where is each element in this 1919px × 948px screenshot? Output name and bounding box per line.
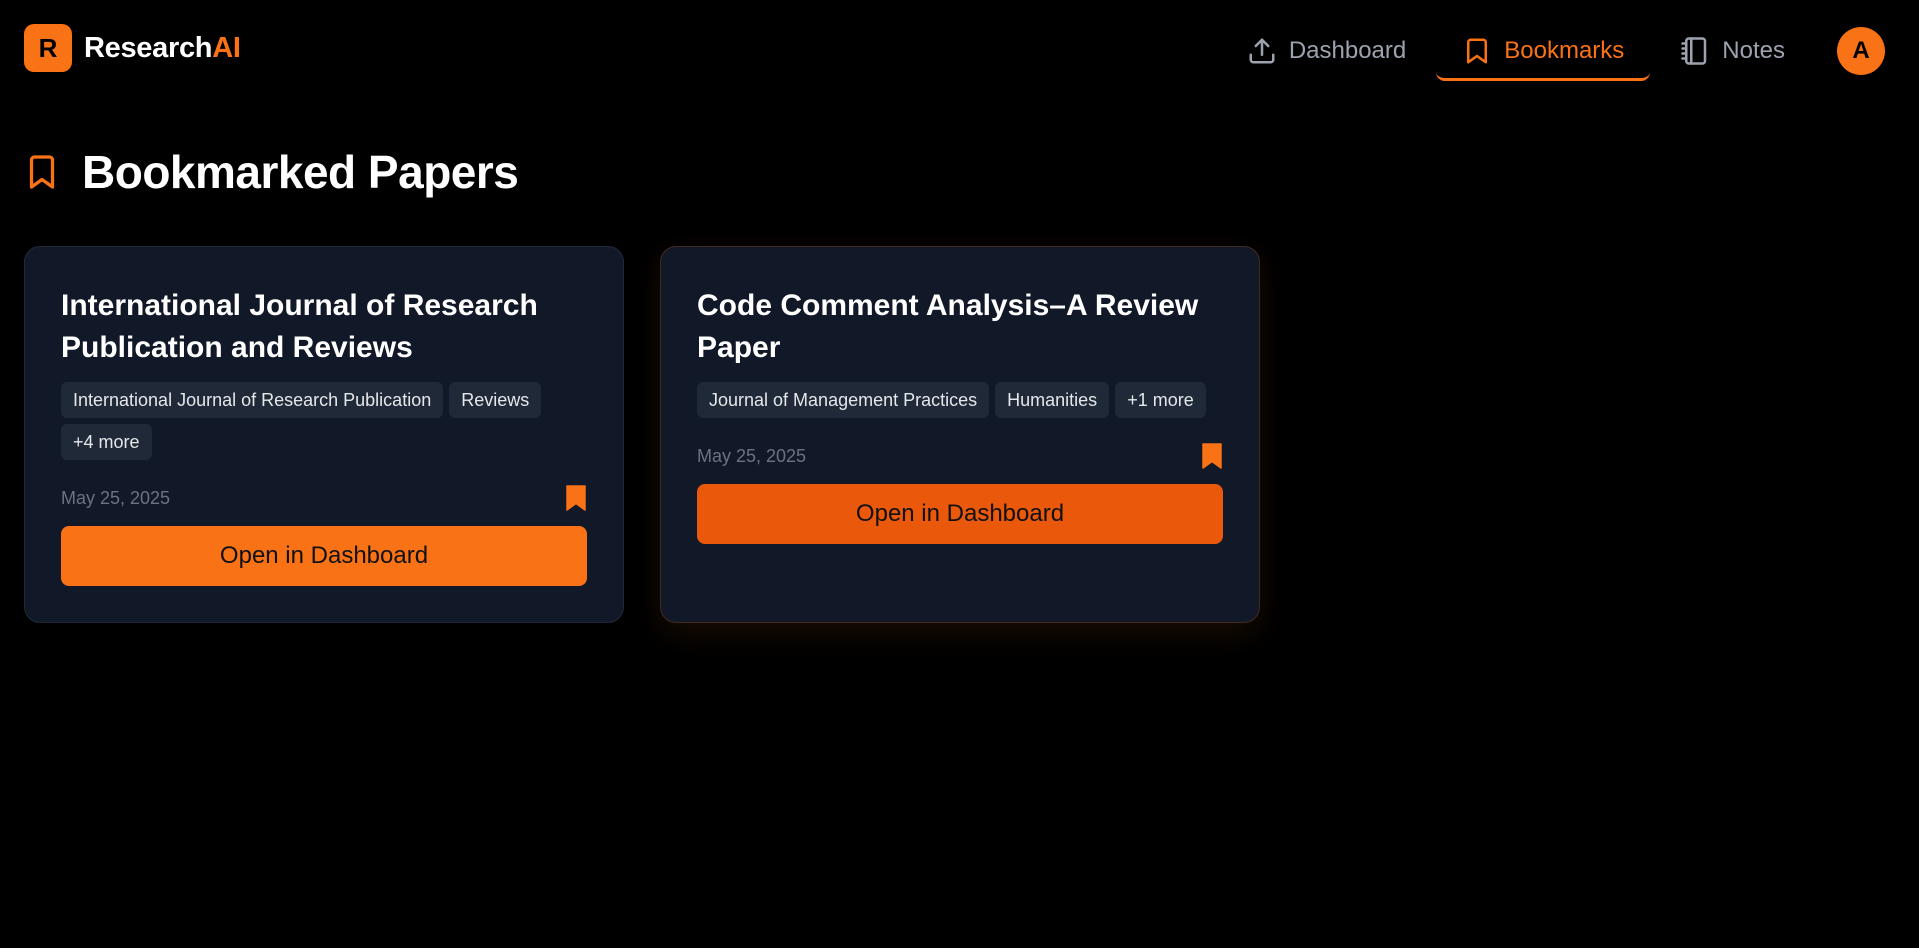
bookmark-toggle-button[interactable]: [565, 484, 589, 512]
paper-date: May 25, 2025: [61, 487, 171, 508]
page-title: Bookmarked Papers: [82, 146, 519, 198]
bookmark-icon: [1462, 36, 1492, 66]
open-in-dashboard-button[interactable]: Open in Dashboard: [61, 526, 587, 586]
nav-item-dashboard-label: Dashboard: [1288, 37, 1407, 64]
paper-meta: May 25, 2025: [61, 483, 589, 513]
paper-tag[interactable]: Reviews: [449, 382, 542, 418]
main-nav: Dashboard Bookmarks Notes A: [1221, 22, 1885, 81]
bookmark-filled-icon: [566, 485, 586, 511]
more-tags-badge[interactable]: +1 more: [1115, 382, 1206, 418]
paper-title: Code Comment Analysis–A Review Paper: [697, 289, 1199, 364]
more-tags-badge[interactable]: +4 more: [61, 424, 152, 460]
upload-icon: [1247, 36, 1277, 66]
nav-item-bookmarks[interactable]: Bookmarks: [1436, 23, 1651, 81]
brand-logo-mark: R: [24, 24, 72, 72]
brand-name: ResearchAI: [84, 32, 241, 65]
paper-meta: May 25, 2025: [697, 441, 1225, 471]
nav-item-notes[interactable]: Notes: [1654, 23, 1811, 79]
nav-item-bookmarks-label: Bookmarks: [1504, 37, 1625, 64]
notebook-icon: [1680, 36, 1710, 66]
paper-tags: Journal of Management Practices Humaniti…: [697, 382, 1227, 418]
paper-tag[interactable]: Humanities: [995, 382, 1110, 418]
top-navigation-bar: R ResearchAI Dashboard Bookmarks Notes A: [0, 0, 1919, 100]
paper-tag[interactable]: International Journal of Research Public…: [61, 382, 444, 418]
paper-date: May 25, 2025: [697, 445, 807, 466]
paper-card: Code Comment Analysis–A Review Paper Jou…: [660, 246, 1260, 623]
nav-item-notes-label: Notes: [1722, 37, 1785, 64]
bookmark-filled-icon: [1202, 443, 1222, 469]
bookmark-toggle-button[interactable]: [1201, 442, 1225, 470]
paper-tags: International Journal of Research Public…: [61, 382, 591, 460]
brand-name-main: Research: [84, 31, 213, 64]
paper-tag[interactable]: Journal of Management Practices: [697, 382, 990, 418]
nav-item-dashboard[interactable]: Dashboard: [1221, 23, 1432, 79]
brand-name-accent: AI: [212, 31, 241, 64]
page-heading: Bookmarked Papers: [24, 145, 519, 199]
user-avatar[interactable]: A: [1837, 27, 1885, 75]
bookmark-icon: [24, 152, 60, 192]
paper-card: International Journal of Research Public…: [24, 246, 624, 623]
paper-title: International Journal of Research Public…: [61, 289, 538, 364]
brand-logo-link[interactable]: R ResearchAI: [24, 24, 241, 72]
open-in-dashboard-button[interactable]: Open in Dashboard: [697, 484, 1223, 544]
